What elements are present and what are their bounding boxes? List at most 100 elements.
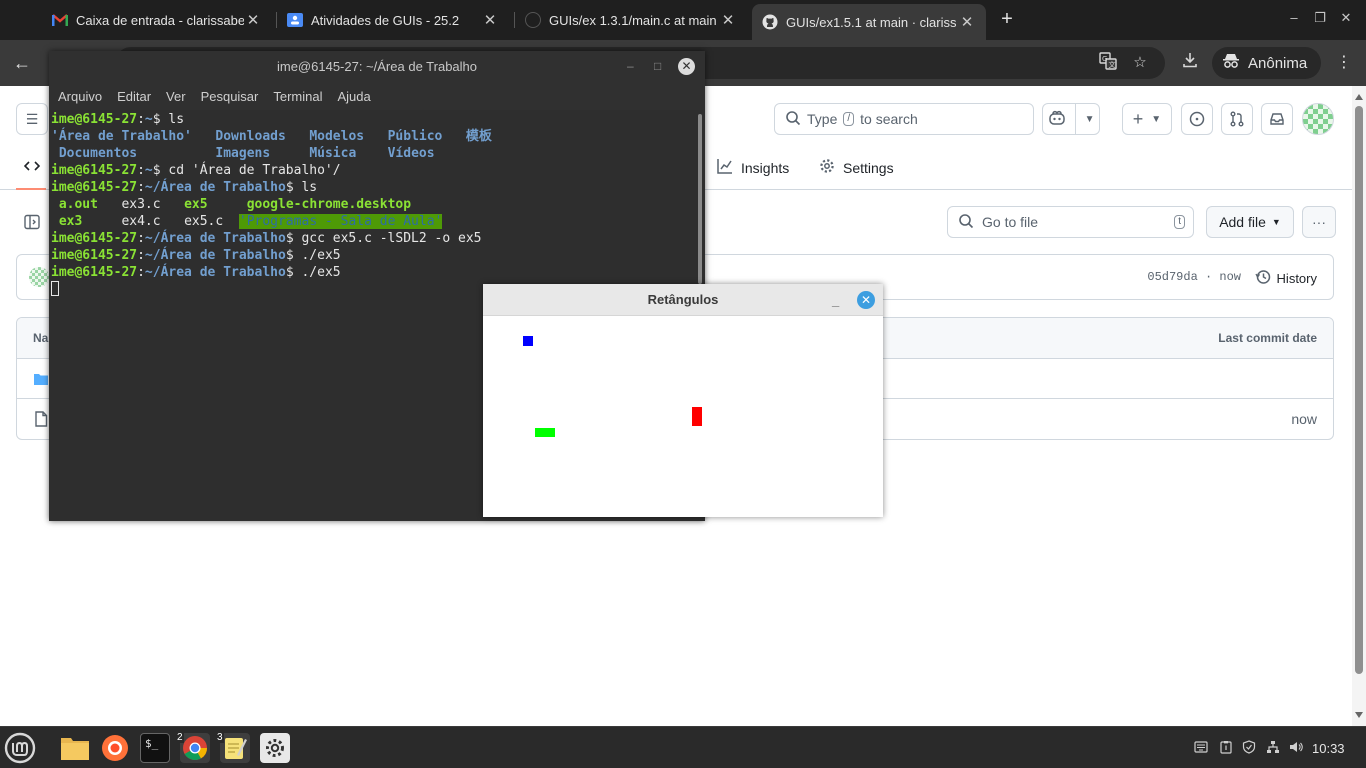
tab-settings[interactable]: Settings: [819, 158, 894, 177]
tab-label: Insights: [741, 159, 790, 176]
clock[interactable]: 10:33: [1312, 741, 1345, 756]
prompt-user: ime@6145-27: [51, 248, 138, 263]
tab-label: Settings: [843, 159, 894, 176]
bookmark-star-icon[interactable]: ☆: [1129, 52, 1151, 74]
text-cursor: [51, 281, 59, 296]
profile-label: Anônima: [1248, 54, 1308, 72]
close-icon[interactable]: ✕: [958, 13, 976, 31]
network-icon[interactable]: [1266, 740, 1280, 757]
menu-ver[interactable]: Ver: [166, 89, 186, 104]
column-header-date: Last commit date: [1218, 331, 1317, 345]
close-icon[interactable]: ✕: [678, 58, 695, 75]
close-icon[interactable]: ✕: [244, 11, 262, 29]
text-editor-icon[interactable]: 3: [216, 732, 250, 763]
tab-insights[interactable]: Insights: [717, 158, 789, 177]
copilot-button[interactable]: ▼: [1042, 103, 1100, 135]
browser-menu-icon[interactable]: ⋮: [1334, 52, 1354, 72]
terminal-line: ime@6145-27:~$ cd 'Área de Trabalho'/: [51, 163, 341, 178]
go-to-file-input[interactable]: Go to file t: [947, 206, 1194, 238]
add-file-button[interactable]: Add file ▼: [1206, 206, 1294, 238]
maximize-icon[interactable]: □: [654, 51, 661, 82]
close-icon[interactable]: ✕: [1336, 10, 1356, 26]
firefox-icon[interactable]: [100, 733, 130, 763]
hamburger-menu-icon[interactable]: ☰: [16, 103, 48, 135]
tab-classroom[interactable]: Atividades de GUIs - 25.2 ✕: [277, 4, 509, 36]
ls-entry: ex5.c: [184, 214, 224, 229]
menu-editar[interactable]: Editar: [117, 89, 151, 104]
keyboard-icon[interactable]: [1194, 740, 1208, 757]
maximize-icon[interactable]: ❐: [1310, 10, 1330, 26]
ls-entry: Documentos: [58, 146, 138, 161]
insights-icon: [717, 158, 733, 177]
clipboard-icon[interactable]: [1219, 740, 1233, 757]
minimize-icon[interactable]: –: [1284, 10, 1304, 25]
close-icon[interactable]: ✕: [857, 291, 875, 309]
incognito-profile-button[interactable]: Anônima: [1212, 47, 1322, 79]
back-arrow-icon[interactable]: ←: [10, 51, 34, 75]
page-scrollbar[interactable]: [1352, 86, 1366, 726]
search-icon: [958, 213, 974, 232]
sdl-titlebar[interactable]: Retângulos _ ✕: [483, 284, 883, 316]
scrollbar-thumb[interactable]: [1355, 106, 1363, 674]
sdl-canvas[interactable]: [483, 316, 883, 517]
menu-pesquisar[interactable]: Pesquisar: [201, 89, 259, 104]
ls-entry: Modelos: [309, 129, 365, 144]
history-link[interactable]: History: [1254, 269, 1317, 288]
window-count-badge: 3: [216, 732, 224, 743]
settings-app-icon[interactable]: [260, 733, 290, 763]
issues-icon[interactable]: [1181, 103, 1213, 135]
menu-ajuda[interactable]: Ajuda: [338, 89, 371, 104]
scroll-down-arrow-icon[interactable]: [1355, 712, 1363, 718]
pull-requests-icon[interactable]: [1221, 103, 1253, 135]
search-placeholder: Type: [807, 111, 838, 127]
search-shortcut-key: /: [843, 112, 855, 126]
ls-entry: Vídeos: [387, 146, 435, 161]
translate-icon[interactable]: G文: [1097, 52, 1119, 74]
code-icon[interactable]: [24, 158, 40, 174]
chevron-down-icon: ▼: [1151, 113, 1162, 125]
ls-entry: ex5: [184, 197, 208, 212]
minimize-icon[interactable]: –: [627, 51, 634, 82]
search-input[interactable]: Type / to search: [774, 103, 1034, 135]
mint-menu-icon[interactable]: [4, 732, 36, 764]
avatar[interactable]: [1302, 103, 1334, 135]
more-options-button[interactable]: ···: [1302, 206, 1336, 238]
chevron-down-icon[interactable]: ▼: [1085, 114, 1095, 125]
create-new-button[interactable]: + ▼: [1122, 103, 1172, 135]
svg-text:文: 文: [1109, 60, 1116, 69]
inbox-icon[interactable]: [1261, 103, 1293, 135]
prompt-path: ~: [144, 163, 153, 178]
close-icon[interactable]: ✕: [719, 11, 737, 29]
menu-arquivo[interactable]: Arquivo: [58, 89, 102, 104]
chrome-icon[interactable]: 2: [176, 732, 210, 763]
caret-down-icon: ▼: [1271, 217, 1281, 227]
ls-entry: ex3: [58, 214, 83, 229]
scrollbar-thumb[interactable]: [698, 114, 702, 284]
terminal-app-icon[interactable]: $_: [140, 733, 170, 763]
close-icon[interactable]: ✕: [481, 11, 499, 29]
tab-github-ex151[interactable]: GUIs/ex1.5.1 at main · clariss ✕: [752, 4, 986, 40]
terminal-title: ime@6145-27: ~/Área de Trabalho: [276, 59, 477, 74]
sdl-window[interactable]: Retângulos _ ✕: [483, 284, 883, 517]
divider: [1074, 104, 1076, 134]
new-tab-button[interactable]: +: [996, 8, 1018, 30]
menu-terminal[interactable]: Terminal: [273, 89, 322, 104]
terminal-line: a.out ex3.c ex5 google-chrome.desktop: [51, 196, 693, 213]
sidebar-toggle-icon[interactable]: [24, 214, 40, 230]
ls-entry: Público: [387, 129, 443, 144]
command: $ ls: [285, 180, 318, 195]
volume-icon[interactable]: [1289, 740, 1303, 757]
avatar[interactable]: [29, 267, 49, 287]
file-manager-icon[interactable]: [60, 733, 90, 763]
ls-entry: Downloads: [215, 129, 286, 144]
download-icon[interactable]: [1179, 52, 1201, 74]
terminal-titlebar[interactable]: ime@6145-27: ~/Área de Trabalho – □ ✕: [49, 51, 705, 82]
shield-icon[interactable]: [1242, 740, 1256, 757]
tab-gmail[interactable]: Caixa de entrada - clarissabe ✕: [42, 4, 272, 36]
commit-hash[interactable]: 05d79da · now: [1147, 270, 1241, 284]
tab-github-main-c[interactable]: GUIs/ex 1.3.1/main.c at main ✕: [515, 4, 747, 36]
minimize-icon[interactable]: _: [832, 284, 839, 316]
scroll-up-arrow-icon[interactable]: [1355, 94, 1363, 100]
window-count-badge: 2: [176, 732, 184, 743]
browser-tab-bar: Caixa de entrada - clarissabe ✕ Atividad…: [0, 0, 1366, 40]
